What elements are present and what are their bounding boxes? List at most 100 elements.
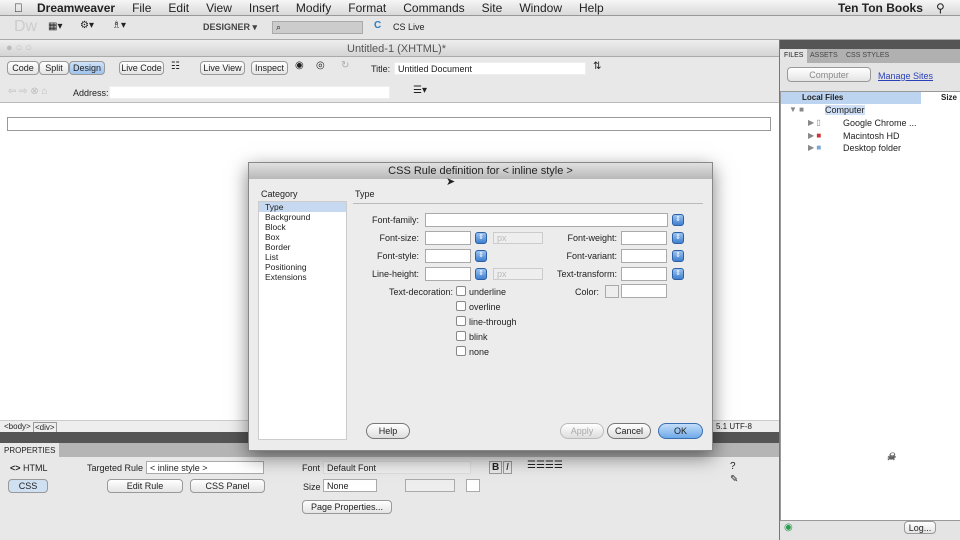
refresh-icon[interactable]: ↻ <box>341 60 349 71</box>
font-family-dropdown[interactable]: ⇕ <box>672 214 684 226</box>
tree-item[interactable]: Desktop folder <box>843 143 901 153</box>
text-transform-input[interactable] <box>621 267 667 281</box>
align-buttons[interactable]: ☰☰☰☰ <box>527 460 563 471</box>
italic-button[interactable]: I <box>503 461 512 474</box>
category-block[interactable]: Block <box>259 222 346 232</box>
split-view-button[interactable]: Split <box>39 61 69 75</box>
color-picker[interactable] <box>605 285 619 298</box>
gear-icon[interactable]: ⚙▾ <box>80 20 94 31</box>
css-panel-button[interactable]: CSS Panel <box>190 479 265 493</box>
expand-arrow-icon[interactable]: ▼ ■ <box>789 105 804 114</box>
nav-arrows-icon[interactable]: ⇦ ⇨ ⊗ ⌂ <box>8 86 48 97</box>
none-checkbox[interactable] <box>456 346 466 356</box>
tab-css-styles[interactable]: CSS STYLES <box>846 52 889 59</box>
spotlight-icon[interactable]: ⚲ <box>936 1 945 15</box>
blink-checkbox[interactable] <box>456 331 466 341</box>
address-input[interactable] <box>109 86 390 99</box>
ok-button[interactable]: OK <box>658 423 703 439</box>
layout-icon[interactable]: ▦▾ <box>48 21 62 32</box>
tree-root[interactable]: Computer <box>825 105 865 115</box>
text-transform-dropdown[interactable]: ⇕ <box>672 268 684 280</box>
font-style-input[interactable] <box>425 249 471 263</box>
font-variant-dropdown[interactable]: ⇕ <box>672 250 684 262</box>
search-input[interactable]: ⌕ <box>272 21 363 34</box>
font-size-dropdown[interactable]: ⇕ <box>475 232 487 244</box>
menu-help[interactable]: Help <box>579 1 604 15</box>
workspace-switcher[interactable]: DESIGNER ▾ <box>203 22 257 33</box>
help-icon[interactable]: ? <box>730 461 736 472</box>
tab-files[interactable]: FILES <box>780 49 808 63</box>
font-weight-input[interactable] <box>621 231 667 245</box>
font-size-input[interactable] <box>425 231 471 245</box>
tag-body[interactable]: <body> <box>4 422 31 431</box>
size-header[interactable]: Size <box>941 93 957 102</box>
page-properties-button[interactable]: Page Properties... <box>302 500 392 514</box>
user-name[interactable]: Ten Ton Books <box>838 1 923 15</box>
font-weight-dropdown[interactable]: ⇕ <box>672 232 684 244</box>
file-management-icon[interactable]: ⇅ <box>593 61 601 72</box>
cslive-icon[interactable]: C <box>374 20 381 31</box>
category-background[interactable]: Background <box>259 212 346 222</box>
category-list-item[interactable]: List <box>259 252 346 262</box>
preview-browser-icon[interactable]: ◉ <box>295 60 304 71</box>
check-browser-icon[interactable]: ☷ <box>171 61 180 72</box>
line-through-checkbox[interactable] <box>456 316 466 326</box>
color-input[interactable] <box>621 284 667 298</box>
log-button[interactable]: Log... <box>904 521 936 534</box>
category-extensions[interactable]: Extensions <box>259 272 346 282</box>
visual-aids-icon[interactable]: ◎ <box>316 60 325 71</box>
site-icon[interactable]: ♗▾ <box>112 20 126 31</box>
css-mode-button[interactable]: CSS <box>8 479 48 493</box>
menu-commands[interactable]: Commands <box>403 1 464 15</box>
menu-app[interactable]: Dreamweaver <box>37 1 115 15</box>
size-select[interactable]: None <box>323 479 377 492</box>
font-style-dropdown[interactable]: ⇕ <box>475 250 487 262</box>
menu-site[interactable]: Site <box>482 1 503 15</box>
menu-view[interactable]: View <box>206 1 232 15</box>
category-box[interactable]: Box <box>259 232 346 242</box>
category-border[interactable]: Border <box>259 242 346 252</box>
menu-file[interactable]: File <box>132 1 151 15</box>
live-code-button[interactable]: Live Code <box>119 61 164 75</box>
menu-format[interactable]: Format <box>348 1 386 15</box>
line-height-input[interactable] <box>425 267 471 281</box>
edit-rule-button[interactable]: Edit Rule <box>107 479 183 493</box>
site-status-icon[interactable]: ◉ <box>784 522 793 533</box>
div-element[interactable] <box>7 117 771 131</box>
font-variant-input[interactable] <box>621 249 667 263</box>
html-mode-button[interactable]: <> HTML <box>10 463 48 473</box>
page-title-input[interactable]: Untitled Document <box>394 62 586 75</box>
help-button[interactable]: Help <box>366 423 410 439</box>
local-files-header[interactable]: Local Files <box>781 92 921 104</box>
code-view-button[interactable]: Code <box>7 61 39 75</box>
category-type[interactable]: Type <box>259 202 346 212</box>
size-unit-select[interactable] <box>405 479 455 492</box>
cslive-label[interactable]: CS Live <box>393 22 425 32</box>
apple-icon[interactable]:  <box>14 1 23 15</box>
location-select[interactable]: Computer <box>787 67 871 82</box>
font-select[interactable]: Default Font <box>323 461 471 474</box>
inspect-button[interactable]: Inspect <box>251 61 288 75</box>
menu-modify[interactable]: Modify <box>296 1 331 15</box>
cancel-button[interactable]: Cancel <box>607 423 651 439</box>
window-controls[interactable]: ● ○ ○ <box>6 42 32 54</box>
overline-checkbox[interactable] <box>456 301 466 311</box>
manage-sites-link[interactable]: Manage Sites <box>878 71 933 81</box>
underline-checkbox[interactable] <box>456 286 466 296</box>
browser-options-icon[interactable]: ☰▾ <box>413 85 427 96</box>
tab-properties[interactable]: PROPERTIES <box>0 443 60 457</box>
tree-item[interactable]: Macintosh HD <box>843 131 900 141</box>
font-family-input[interactable] <box>425 213 668 227</box>
line-height-dropdown[interactable]: ⇕ <box>475 268 487 280</box>
menu-edit[interactable]: Edit <box>168 1 189 15</box>
targeted-rule-select[interactable]: < inline style > <box>146 461 264 474</box>
tree-item[interactable]: Google Chrome ... <box>843 118 917 128</box>
apply-button[interactable]: Apply <box>560 423 604 439</box>
menu-insert[interactable]: Insert <box>249 1 279 15</box>
quick-tag-icon[interactable]: ✎ <box>730 474 738 485</box>
category-positioning[interactable]: Positioning <box>259 262 346 272</box>
menu-window[interactable]: Window <box>519 1 562 15</box>
bold-button[interactable]: B <box>489 461 503 474</box>
live-view-button[interactable]: Live View <box>200 61 245 75</box>
color-swatch[interactable] <box>466 479 480 492</box>
